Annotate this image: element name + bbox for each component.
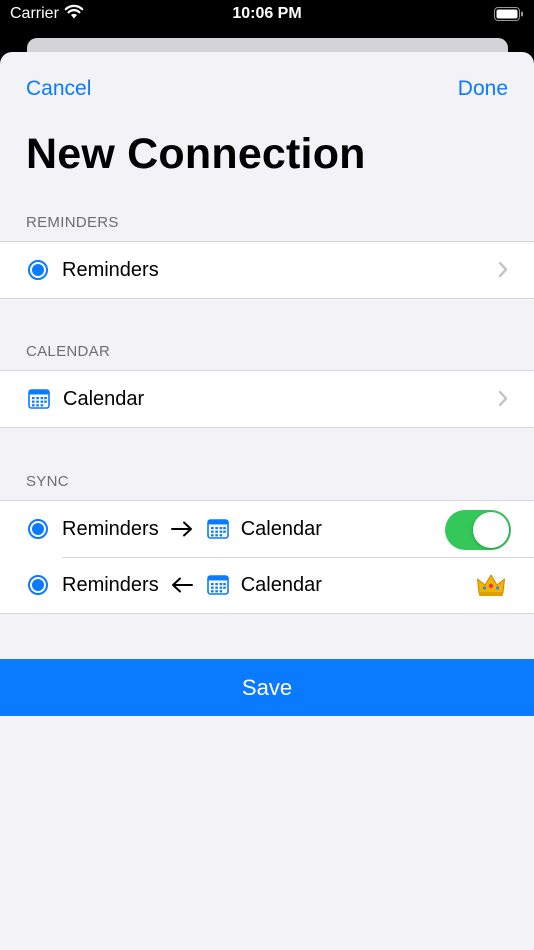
sync-group: Reminders Calendar Reminders Calendar xyxy=(0,500,534,614)
sync-to-label: Calendar xyxy=(240,517,322,540)
calendar-group: Calendar xyxy=(0,370,534,428)
battery-icon xyxy=(494,7,523,21)
calendar-list-row[interactable]: Calendar xyxy=(0,371,534,427)
status-bar: Carrier 10:06 PM xyxy=(0,0,534,30)
calendar-icon xyxy=(28,389,50,409)
sync-row-calendar-to-reminders[interactable]: Reminders Calendar xyxy=(0,557,534,613)
radio-icon xyxy=(28,575,48,595)
sync-from-label: Reminders xyxy=(62,573,159,596)
clock: 10:06 PM xyxy=(232,5,302,22)
modal-sheet: Cancel Done New Connection REMINDERS Rem… xyxy=(0,52,534,950)
cancel-button[interactable]: Cancel xyxy=(26,77,91,101)
calendar-row-label: Calendar xyxy=(63,387,145,410)
reminders-group: Reminders xyxy=(0,241,534,299)
page-title: New Connection xyxy=(26,130,366,178)
calendar-section-header: CALENDAR xyxy=(26,343,111,360)
reminders-list-row[interactable]: Reminders xyxy=(0,242,534,298)
sync-to-label: Calendar xyxy=(240,573,322,596)
reminders-section-header: REMINDERS xyxy=(26,214,119,231)
chevron-right-icon xyxy=(498,390,508,407)
calendar-icon xyxy=(206,575,229,595)
save-button[interactable]: Save xyxy=(0,659,534,716)
arrow-left-icon xyxy=(171,577,193,593)
calendar-icon xyxy=(206,519,229,539)
chevron-right-icon xyxy=(498,261,508,278)
radio-icon xyxy=(28,260,48,280)
radio-icon xyxy=(28,519,48,539)
crown-icon[interactable] xyxy=(476,573,506,597)
sync-toggle[interactable] xyxy=(445,510,511,550)
arrow-right-icon xyxy=(170,521,192,537)
done-button[interactable]: Done xyxy=(458,77,508,101)
sync-row-reminders-to-calendar[interactable]: Reminders Calendar xyxy=(0,501,534,557)
reminders-row-label: Reminders xyxy=(62,258,159,281)
sync-section-header: SYNC xyxy=(26,473,69,490)
sync-from-label: Reminders xyxy=(62,517,159,540)
